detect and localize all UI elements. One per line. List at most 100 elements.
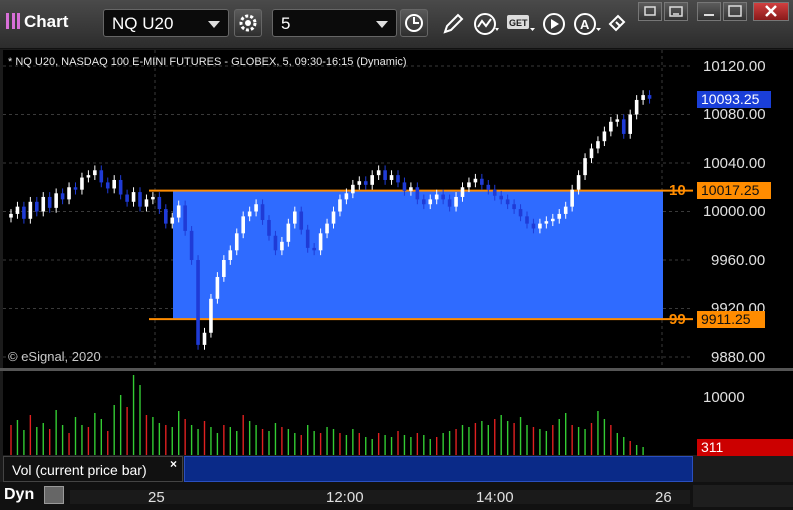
volume-legend[interactable]: Vol (current price bar)	[3, 456, 183, 482]
candle-body	[138, 192, 142, 207]
chevron-down-icon	[208, 21, 220, 28]
candle-body	[241, 216, 245, 234]
interval-selector[interactable]: 5	[272, 9, 397, 37]
upper-level-price-tag: 10017.25	[697, 182, 771, 199]
price-label: 10120.00	[703, 58, 766, 75]
close-icon[interactable]: ×	[170, 457, 177, 471]
alert-icon: A	[574, 13, 601, 35]
candle-body	[492, 189, 497, 196]
candle-body	[422, 199, 426, 205]
candle-body	[351, 184, 355, 194]
draw-tool-button[interactable]	[441, 12, 465, 41]
candle-body	[473, 178, 478, 183]
price-label: 10040.00	[703, 155, 766, 172]
candle-body	[260, 204, 265, 220]
candle-body	[454, 196, 458, 207]
minimize-icon	[704, 14, 714, 16]
candle-body	[267, 219, 271, 236]
candle-body	[589, 148, 594, 159]
chevron-down-icon	[376, 21, 388, 28]
restore-window-button[interactable]	[664, 2, 688, 21]
candle-body	[209, 298, 213, 333]
settings-button[interactable]	[234, 9, 262, 37]
candle-body	[634, 99, 639, 115]
candle-body	[467, 182, 471, 188]
lower-level-price-tag: 9911.25	[697, 311, 765, 328]
app-title: Chart	[6, 12, 68, 32]
alerts-button[interactable]: A	[573, 12, 603, 41]
candle-body	[551, 218, 555, 222]
candle-body	[363, 181, 368, 185]
price-chart[interactable]	[3, 50, 693, 368]
candle-body	[602, 131, 607, 142]
candle-body	[518, 209, 523, 217]
candle-body	[93, 170, 97, 176]
volume-info-strip	[184, 456, 693, 482]
candle-body	[609, 121, 613, 132]
pin-window-button[interactable]	[638, 2, 662, 21]
candle-body	[202, 332, 207, 345]
candle-body	[402, 182, 407, 191]
chart-toolbar: Chart NQ U20 5 GET A	[0, 0, 793, 49]
restore-icon	[669, 6, 683, 17]
candle-body	[325, 223, 329, 234]
gear-icon	[239, 14, 257, 32]
candle-body	[531, 223, 536, 229]
candle-body	[499, 195, 503, 200]
candle-body	[105, 182, 110, 189]
volume-chart	[10, 375, 644, 455]
copyright-text: © eSignal, 2020	[8, 349, 101, 364]
candle-body	[576, 175, 581, 190]
close-icon	[765, 5, 777, 17]
candle-body	[286, 223, 291, 242]
candle-body	[389, 175, 394, 180]
replay-button[interactable]	[542, 12, 566, 41]
candle-body	[254, 204, 258, 212]
lock-icon[interactable]	[44, 486, 64, 504]
study-icon	[474, 13, 499, 35]
price-label: 9960.00	[711, 252, 766, 269]
volume-value-tag: 311	[697, 439, 793, 456]
candle-body	[563, 206, 568, 214]
candle-body	[357, 181, 362, 185]
candle-body	[35, 201, 39, 212]
chart-logo-icon	[6, 13, 20, 29]
link-button[interactable]	[606, 10, 630, 41]
candle-body	[331, 211, 336, 224]
lower-level-label: 99	[669, 311, 686, 328]
time-label: 26	[655, 489, 672, 506]
candle-body	[215, 276, 220, 299]
candle-body	[434, 194, 439, 200]
candle-body	[228, 250, 233, 260]
price-chart-area[interactable]	[3, 50, 693, 368]
candle-body	[189, 230, 194, 260]
interval-value: 5	[281, 14, 291, 33]
candle-body	[596, 141, 600, 149]
candle-body	[183, 205, 187, 231]
candle-body	[280, 241, 284, 251]
candle-body	[512, 204, 516, 210]
close-window-button[interactable]	[753, 2, 789, 21]
candle-body	[99, 170, 104, 183]
get-data-button[interactable]: GET	[506, 12, 536, 41]
candle-body	[196, 260, 200, 345]
minimize-window-button[interactable]	[697, 2, 721, 21]
candle-body	[538, 223, 542, 229]
time-button[interactable]	[400, 9, 428, 37]
maximize-window-button[interactable]	[723, 2, 747, 21]
get-icon: GET	[507, 15, 535, 31]
price-label: 10000.00	[703, 203, 766, 220]
candle-body	[641, 95, 645, 100]
candle-body	[299, 211, 304, 230]
candle-body	[125, 194, 129, 202]
candle-body	[234, 233, 239, 251]
candle-body	[447, 199, 452, 207]
studies-button[interactable]	[473, 12, 501, 41]
candle-body	[28, 201, 33, 219]
symbol-selector[interactable]: NQ U20	[103, 9, 229, 37]
candle-body	[47, 196, 52, 208]
scrollbar-corner	[693, 485, 793, 507]
volume-pane[interactable]	[3, 371, 693, 455]
dynamic-mode-label[interactable]: Dyn	[4, 486, 34, 504]
candle-body	[144, 199, 149, 207]
